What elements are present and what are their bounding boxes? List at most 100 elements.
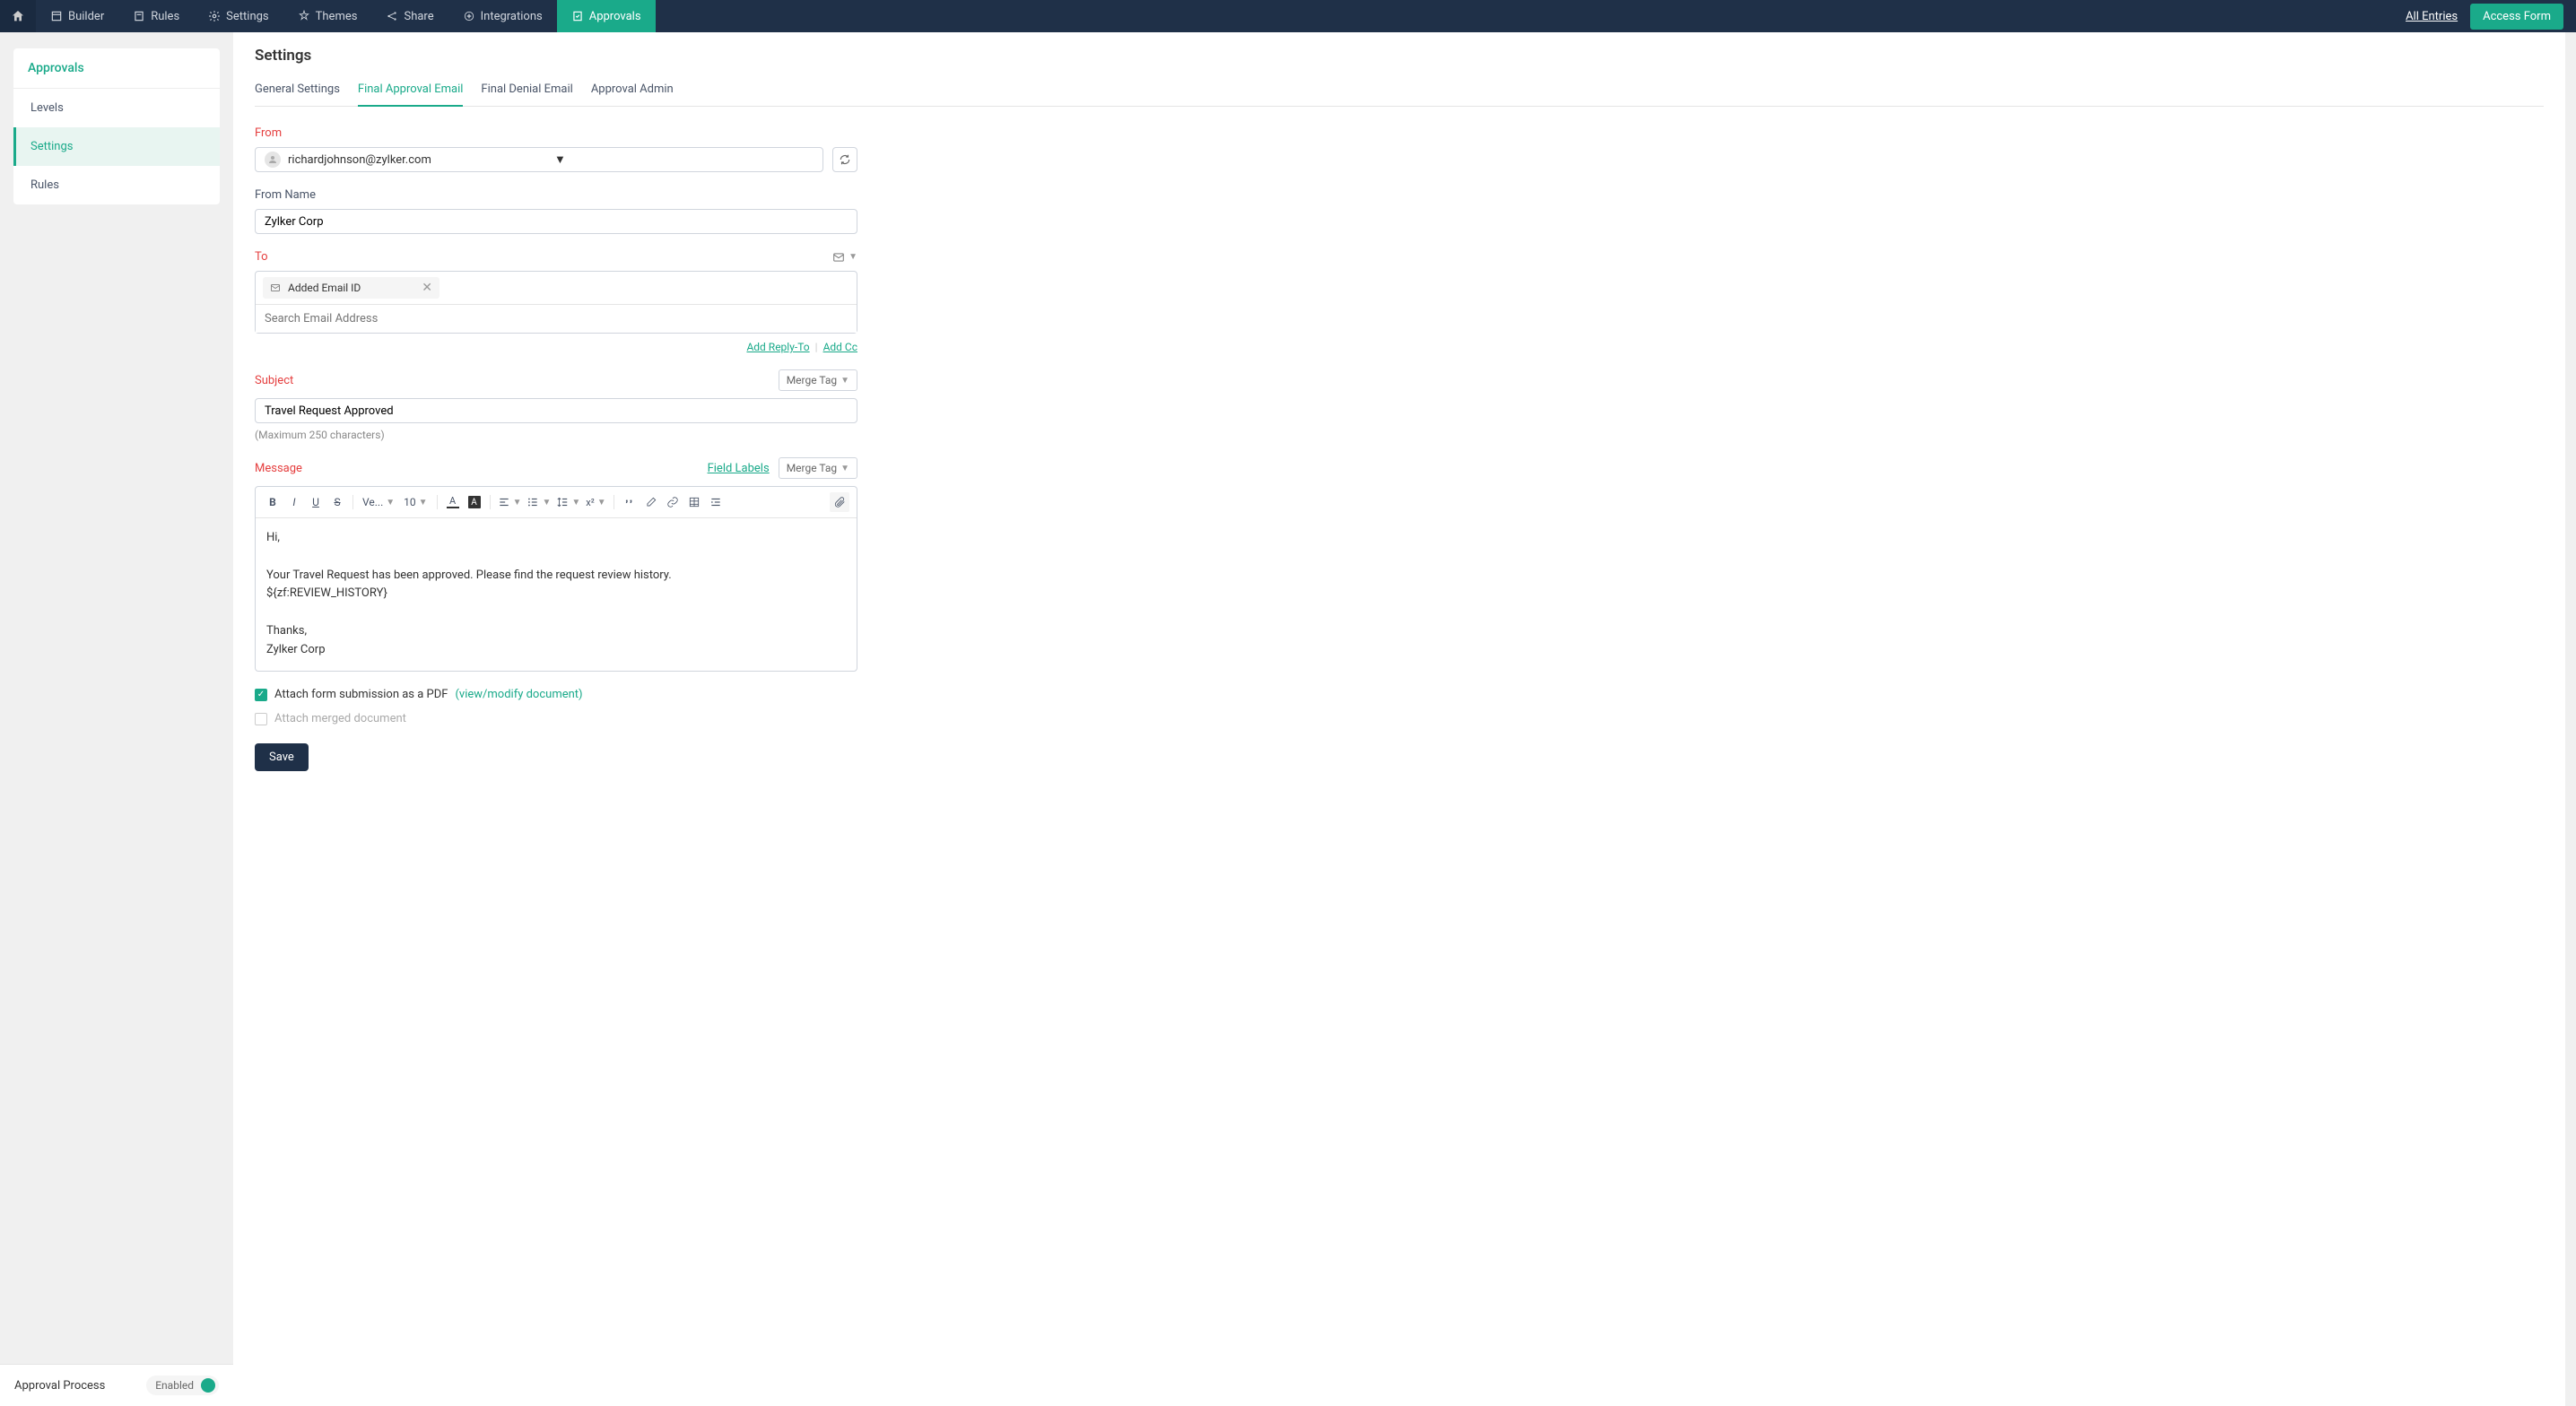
page-title: Settings — [255, 47, 2544, 65]
table-icon — [688, 496, 701, 508]
indent-button[interactable] — [706, 492, 726, 512]
chip-remove-button[interactable]: ✕ — [422, 281, 432, 295]
save-button[interactable]: Save — [255, 743, 309, 771]
nav-approvals[interactable]: Approvals — [557, 0, 656, 32]
body-line: Your Travel Request has been approved. P… — [266, 567, 846, 586]
paperclip-icon — [833, 496, 846, 508]
from-label: From — [255, 126, 857, 140]
script-dropdown[interactable]: x²▼ — [584, 495, 607, 510]
email-form: From richardjohnson@zylker.com ▼ From Na… — [255, 126, 857, 771]
subject-input[interactable] — [255, 398, 857, 423]
font-family-select[interactable]: Ve...▼ — [359, 494, 398, 510]
field-labels-link[interactable]: Field Labels — [708, 462, 770, 475]
toggle-status: Enabled — [155, 1379, 194, 1392]
chevron-down-icon: ▼ — [554, 152, 814, 167]
refresh-button[interactable] — [832, 147, 857, 172]
content-area: Settings General Settings Final Approval… — [233, 32, 2576, 1406]
tab-final-denial[interactable]: Final Denial Email — [481, 74, 572, 107]
bg-color-button[interactable]: A — [465, 492, 484, 512]
nav-themes[interactable]: Themes — [283, 0, 372, 32]
view-modify-link[interactable]: (view/modify document) — [455, 688, 582, 701]
attach-merged-label: Attach merged document — [274, 712, 406, 725]
settings-icon — [208, 10, 221, 22]
nav-label: Rules — [151, 10, 179, 23]
tab-approval-admin[interactable]: Approval Admin — [591, 74, 674, 107]
nav-label: Settings — [226, 10, 268, 23]
nav-settings[interactable]: Settings — [194, 0, 283, 32]
sidebar-item-settings[interactable]: Settings — [13, 127, 220, 166]
attachment-button[interactable] — [830, 492, 849, 512]
nav-label: Share — [404, 10, 433, 23]
nav-share[interactable]: Share — [371, 0, 448, 32]
nav-integrations[interactable]: Integrations — [448, 0, 557, 32]
subject-merge-tag-dropdown[interactable]: Merge Tag ▼ — [779, 369, 857, 391]
eraser-icon — [645, 496, 657, 508]
attach-merged-checkbox[interactable] — [255, 713, 267, 725]
sidebar: Approvals Levels Settings Rules Approval… — [0, 32, 233, 1406]
to-options-dropdown[interactable]: ▼ — [832, 251, 857, 264]
top-nav-right: All Entries Access Form — [2406, 4, 2576, 30]
recipient-chip: Added Email ID ✕ — [263, 277, 439, 299]
from-select[interactable]: richardjohnson@zylker.com ▼ — [255, 147, 823, 172]
text-color-button[interactable]: A — [443, 492, 463, 512]
clear-format-button[interactable] — [641, 492, 661, 512]
font-size-select[interactable]: 10▼ — [400, 494, 431, 510]
to-label: To — [255, 250, 268, 264]
all-entries-link[interactable]: All Entries — [2406, 10, 2458, 23]
align-icon — [498, 496, 510, 508]
to-search-input[interactable] — [256, 305, 857, 333]
mail-icon — [270, 282, 281, 293]
bold-button[interactable]: B — [263, 492, 283, 512]
sidebar-footer: Approval Process Enabled — [0, 1364, 233, 1406]
approval-process-label: Approval Process — [14, 1379, 105, 1393]
nav-label: Integrations — [481, 10, 543, 23]
tab-general[interactable]: General Settings — [255, 74, 340, 107]
sidebar-header: Approvals — [13, 48, 220, 89]
strikethrough-button[interactable]: S — [327, 492, 347, 512]
themes-icon — [298, 10, 310, 22]
sidebar-item-rules[interactable]: Rules — [13, 166, 220, 204]
add-reply-to-link[interactable]: Add Reply-To — [746, 341, 809, 353]
nav-builder[interactable]: Builder — [36, 0, 118, 32]
nav-rules[interactable]: Rules — [118, 0, 194, 32]
add-cc-link[interactable]: Add Cc — [823, 341, 857, 353]
sidebar-item-levels[interactable]: Levels — [13, 89, 220, 127]
builder-icon — [50, 10, 63, 22]
share-icon — [386, 10, 398, 22]
attach-pdf-checkbox[interactable] — [255, 689, 267, 701]
message-label: Message — [255, 462, 302, 475]
home-button[interactable] — [0, 0, 36, 32]
approvals-icon — [571, 10, 584, 22]
line-height-icon — [556, 496, 569, 508]
list-dropdown[interactable]: ▼ — [525, 494, 553, 510]
refresh-icon — [839, 153, 851, 166]
to-recipients-box: Added Email ID ✕ — [255, 271, 857, 334]
chip-label: Added Email ID — [288, 282, 361, 294]
link-button[interactable] — [663, 492, 683, 512]
mail-icon — [832, 251, 845, 264]
access-form-button[interactable]: Access Form — [2470, 4, 2563, 30]
quote-button[interactable] — [620, 492, 640, 512]
body-line: Thanks, — [266, 622, 846, 641]
sidebar-menu: Approvals Levels Settings Rules — [13, 48, 220, 204]
body-line: ${zf:REVIEW_HISTORY} — [266, 585, 846, 603]
align-dropdown[interactable]: ▼ — [496, 494, 524, 510]
line-height-dropdown[interactable]: ▼ — [554, 494, 582, 510]
indent-icon — [709, 496, 722, 508]
table-button[interactable] — [684, 492, 704, 512]
approval-process-toggle[interactable]: Enabled — [146, 1376, 219, 1395]
editor-body[interactable]: Hi, Your Travel Request has been approve… — [256, 518, 857, 671]
quote-icon — [623, 496, 636, 508]
chevron-down-icon: ▼ — [840, 376, 849, 386]
nav-label: Approvals — [589, 10, 641, 23]
chevron-down-icon: ▼ — [840, 464, 849, 473]
underline-button[interactable]: U — [306, 492, 326, 512]
italic-button[interactable]: I — [284, 492, 304, 512]
home-icon — [11, 9, 25, 23]
tab-final-approval[interactable]: Final Approval Email — [358, 74, 464, 107]
message-merge-tag-dropdown[interactable]: Merge Tag ▼ — [779, 457, 857, 479]
avatar-icon — [265, 152, 281, 168]
from-name-input[interactable] — [255, 209, 857, 234]
from-name-label: From Name — [255, 188, 857, 202]
settings-tabs: General Settings Final Approval Email Fi… — [255, 74, 2544, 107]
